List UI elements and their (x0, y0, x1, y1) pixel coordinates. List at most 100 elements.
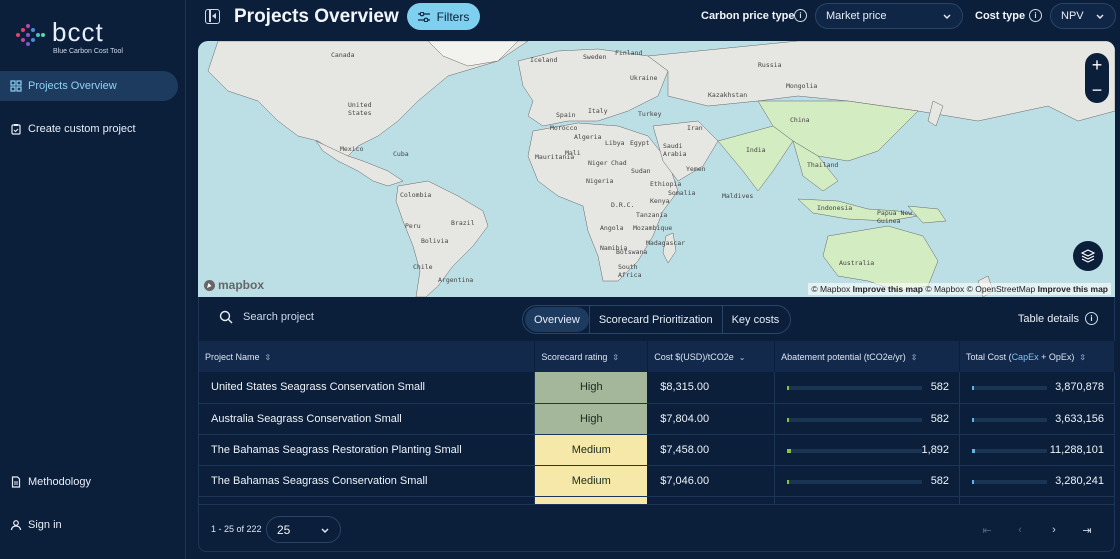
abatement-bar (787, 386, 923, 390)
sort-icon[interactable]: ⇳ (612, 353, 619, 362)
attribution-improve[interactable]: Improve this map (853, 284, 923, 294)
carbon-price-type-select[interactable]: Market price (815, 3, 963, 29)
table-details-button[interactable]: Table details i (1018, 312, 1098, 325)
tab-key-costs[interactable]: Key costs (723, 307, 789, 332)
scorecard-rating-cell: Medium (534, 465, 649, 497)
cost-cell: $7,804.00 (647, 403, 776, 435)
map-label: Bolivia (421, 237, 449, 245)
view-tabs: Overview Scorecard Prioritization Key co… (522, 305, 792, 334)
map-label: Mali (565, 149, 581, 157)
map-label: Thailand (807, 161, 839, 169)
map-label: Russia (758, 61, 782, 69)
mapbox-logo[interactable]: mapbox (203, 278, 264, 292)
abatement-bar-fill (787, 479, 790, 484)
first-page-icon[interactable]: ⇤ (980, 524, 994, 537)
map-label: Argentina (438, 276, 474, 284)
map-label: Kazakhstan (708, 91, 748, 99)
attribution-improve[interactable]: Improve this map (1038, 284, 1108, 294)
sidebar-item-create-custom-project[interactable]: Create custom project (0, 114, 178, 144)
abatement-bar-fill (787, 386, 790, 390)
map-label: Chile (413, 263, 433, 271)
map-label: Yemen (686, 165, 706, 173)
map-label: Libya (605, 139, 625, 147)
tab-scorecard-prioritization[interactable]: Scorecard Prioritization (590, 307, 722, 332)
info-icon[interactable]: i (1029, 9, 1042, 22)
sort-icon[interactable]: ⇳ (265, 353, 272, 362)
sidebar-item-methodology[interactable]: Methodology (0, 467, 178, 497)
next-page-icon[interactable]: › (1047, 524, 1061, 536)
attribution-mapbox[interactable]: © Mapbox (925, 284, 964, 294)
project-name-cell: United States Seagrass Conservation Smal… (199, 372, 536, 404)
project-name-cell: The Bahamas Seagrass Conservation Small (199, 465, 536, 497)
info-icon[interactable]: i (794, 9, 807, 22)
sidebar-item-sign-in[interactable]: Sign in (0, 510, 178, 540)
table-row[interactable]: United States Seagrass Conservation Smal… (199, 372, 1115, 404)
abatement-bar (787, 479, 923, 484)
prev-page-icon[interactable]: ‹ (1013, 524, 1027, 536)
map-label: India (746, 146, 766, 154)
zoom-in-icon[interactable]: + (1085, 53, 1109, 78)
map-label: Brazil (451, 219, 475, 227)
column-header-project-name[interactable]: Project Name ⇳ (199, 341, 536, 372)
total-cost-value: 3,280,241 (1055, 474, 1104, 487)
world-map[interactable]: Canada United States Mexico Cuba Colombi… (198, 41, 1115, 297)
scorecard-rating-cell: High (534, 372, 649, 404)
sidebar-item-label: Sign in (28, 519, 62, 531)
layers-icon (1081, 249, 1095, 263)
map-label: Colombia (400, 191, 432, 199)
table-row[interactable] (199, 496, 1115, 505)
projects-table: Project Name ⇳ Scorecard rating ⇳ Cost $(U… (199, 341, 1115, 505)
map-label: Cuba (393, 150, 409, 158)
sort-icon[interactable]: ⇳ (1079, 353, 1086, 362)
map-label: Botswana (616, 248, 648, 256)
zoom-out-icon[interactable]: − (1085, 78, 1109, 103)
map-label: Niger (588, 159, 608, 167)
map-label: Ukraine (630, 74, 658, 82)
tab-overview[interactable]: Overview (525, 307, 589, 332)
map-label: Angola (600, 224, 624, 232)
filters-label: Filters (436, 9, 470, 24)
attribution-mapbox[interactable]: © Mapbox (811, 284, 850, 294)
page-size-select[interactable]: 25 (266, 516, 341, 543)
map-label: Papua New Guinea (877, 209, 913, 225)
table-row[interactable]: The Bahamas Seagrass Conservation Small M… (199, 465, 1115, 497)
map-label: Spain (556, 111, 576, 119)
cost-type-select[interactable]: NPV (1050, 3, 1116, 29)
last-page-icon[interactable]: ⇥ (1080, 524, 1094, 537)
logo[interactable]: bcct Blue Carbon Cost Tool (14, 19, 123, 55)
abatement-cell: 582 (774, 465, 961, 497)
map-attribution: © Mapbox Improve this map © Mapbox © Ope… (808, 283, 1111, 295)
sidebar-item-projects-overview[interactable]: Projects Overview (0, 71, 178, 101)
project-name-cell: The Bahamas Seagrass Restoration Plantin… (199, 434, 536, 466)
column-header-abatement-potential[interactable]: Abatement potential (tCO2e/yr) ⇳ (774, 341, 961, 372)
cost-type-label: Cost type (975, 10, 1026, 22)
filters-button[interactable]: Filters (407, 3, 480, 30)
sidebar-item-label: Projects Overview (28, 80, 117, 92)
map-label: Morocco (550, 124, 578, 132)
map-label: Turkey (638, 110, 662, 118)
page-title: Projects Overview (234, 6, 399, 27)
column-header-scorecard-rating[interactable]: Scorecard rating ⇳ (534, 341, 649, 372)
map-label: Madagascar (646, 239, 686, 247)
sort-icon[interactable]: ⇳ (911, 353, 918, 362)
layers-button[interactable] (1073, 241, 1103, 271)
chevron-down-icon (1096, 14, 1104, 19)
column-header-total-cost[interactable]: Total Cost (CapEx + OpEx) ⇳ (959, 341, 1115, 372)
abatement-value: 582 (930, 474, 950, 487)
map-label: Italy (588, 107, 608, 115)
header: Projects Overview Filters Carbon price t… (186, 0, 1120, 34)
total-cost-cell: 3,280,241 (959, 465, 1115, 497)
chevron-down-icon[interactable]: ⌄ (739, 353, 746, 362)
logo-subtitle: Blue Carbon Cost Tool (53, 48, 123, 55)
sidebar-collapse-icon[interactable] (205, 9, 220, 24)
search-input[interactable]: Search project (219, 310, 314, 324)
table-row[interactable]: Australia Seagrass Conservation Small Hig… (199, 403, 1115, 435)
sidebar-item-label: Methodology (28, 476, 91, 488)
attribution-osm[interactable]: © OpenStreetMap (967, 284, 1036, 294)
column-header-cost[interactable]: Cost $(USD)/tCO2e ⌄ (647, 341, 776, 372)
map-label: Egypt (630, 139, 650, 147)
logo-dots-icon (14, 24, 46, 48)
map-label: Algeria (574, 133, 602, 141)
table-row[interactable]: The Bahamas Seagrass Restoration Plantin… (199, 434, 1115, 466)
abatement-cell: 1,892 (774, 434, 961, 466)
